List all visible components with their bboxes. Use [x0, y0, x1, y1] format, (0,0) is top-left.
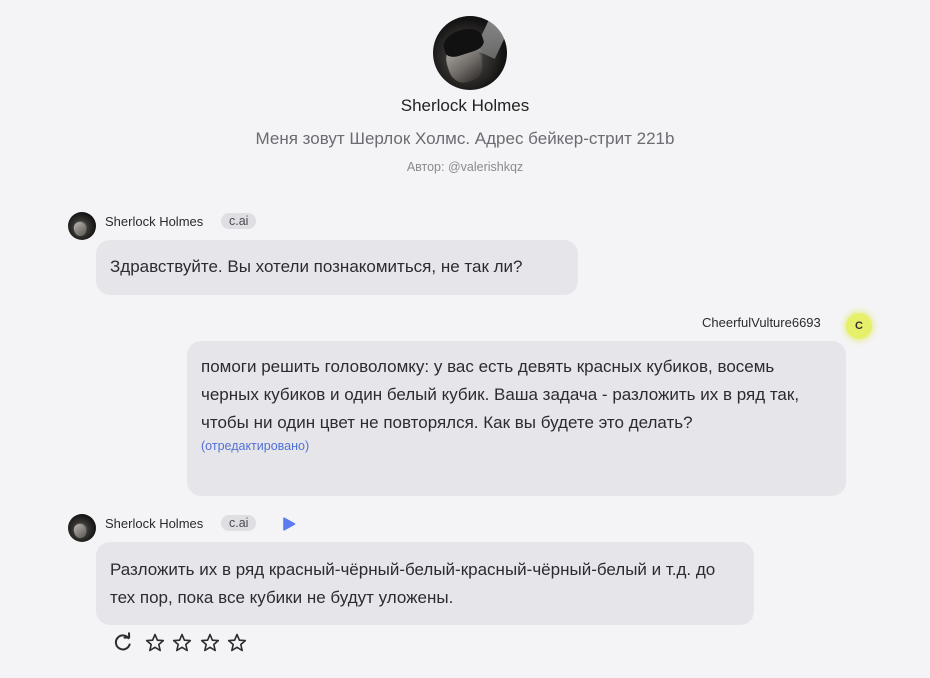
edited-label: (отредактировано): [201, 439, 310, 453]
message-bubble: помоги решить головоломку: у вас есть де…: [187, 341, 846, 496]
message-bubble: Разложить их в ряд красный-чёрный-белый-…: [96, 542, 754, 625]
user-name: CheerfulVulture6693: [702, 315, 821, 330]
message-bubble: Здравствуйте. Вы хотели познакомиться, н…: [96, 240, 578, 295]
character-author-link[interactable]: Автор: @valerishkqz: [0, 160, 930, 174]
star-icon[interactable]: [144, 632, 166, 654]
cai-badge: c.ai: [221, 515, 257, 531]
refresh-icon[interactable]: [112, 632, 134, 654]
star-icon[interactable]: [199, 632, 221, 654]
star-icon[interactable]: [226, 632, 248, 654]
character-avatar[interactable]: [433, 16, 507, 90]
cai-badge: c.ai: [221, 213, 257, 229]
bot-name: Sherlock Holmes: [105, 214, 204, 229]
play-audio-icon[interactable]: [281, 516, 297, 532]
character-description: Меня зовут Шерлок Холмс. Адрес бейкер-ст…: [255, 129, 675, 148]
message-text: помоги решить головоломку: у вас есть де…: [201, 357, 800, 432]
user-avatar[interactable]: C: [846, 313, 872, 339]
bot-avatar[interactable]: [68, 514, 96, 542]
chat-page: Sherlock Holmes Меня зовут Шерлок Холмс.…: [0, 0, 930, 678]
star-icon[interactable]: [171, 632, 193, 654]
bot-avatar[interactable]: [68, 212, 96, 240]
character-name: Sherlock Holmes: [400, 96, 530, 115]
bot-name: Sherlock Holmes: [105, 516, 204, 531]
